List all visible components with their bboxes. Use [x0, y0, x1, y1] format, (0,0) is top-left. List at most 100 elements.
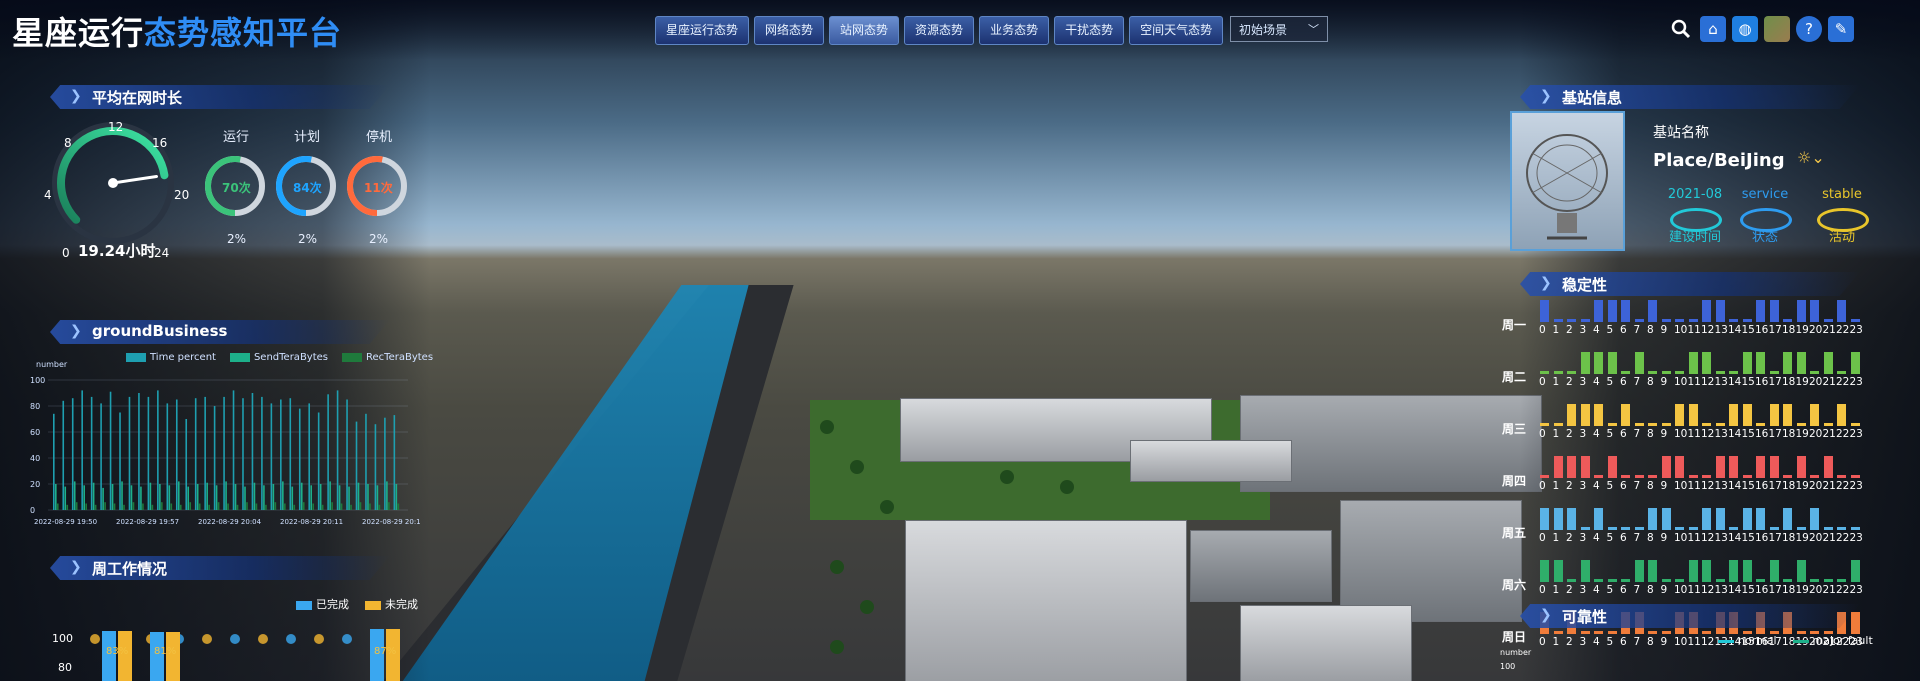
stability-bar — [1540, 423, 1549, 426]
station-activity: stable 活动 — [1797, 187, 1887, 245]
stability-hour-label: 9 — [1660, 636, 1668, 648]
stability-hour-label: 5 — [1606, 324, 1614, 336]
bar-time-percent — [365, 413, 367, 510]
y-axis-label: number — [1500, 648, 1532, 657]
stability-hour-label: 11 — [1687, 428, 1701, 440]
stability-bar — [1837, 300, 1846, 322]
stability-bar — [1783, 352, 1792, 374]
stability-bar — [1850, 352, 1860, 374]
home-icon[interactable]: ⌂ — [1700, 16, 1726, 42]
bar-sendterabytes — [177, 481, 180, 510]
stability-hour-label: 0 — [1539, 480, 1546, 492]
stability-hour-label: 11 — [1687, 584, 1701, 596]
globe-icon[interactable]: ◍ — [1732, 16, 1758, 42]
stability-bar — [1688, 475, 1698, 478]
stability-bar — [1810, 508, 1819, 530]
stability-hour-label: 22 — [1836, 584, 1850, 596]
stability-hour-label: 8 — [1647, 480, 1654, 492]
gauge-tick: 12 — [108, 120, 124, 134]
stability-bar — [1796, 560, 1806, 582]
stability-hour-label: 23 — [1849, 584, 1863, 596]
scene-select-value: 初始场景 — [1239, 23, 1288, 37]
stability-hour-label: 11 — [1687, 480, 1701, 492]
stability-bar — [1702, 352, 1711, 374]
stability-hour-label: 17 — [1768, 324, 1782, 336]
panel-header-weekly: ❯ 周工作情况 — [50, 556, 390, 580]
bar-time-percent — [100, 403, 102, 510]
stability-hour-label: 3 — [1579, 532, 1587, 544]
stability-bar — [1688, 527, 1698, 530]
search-icon[interactable] — [1668, 16, 1694, 42]
bar-cap — [90, 634, 100, 644]
stability-hour-label: 13 — [1714, 584, 1728, 596]
legend-item[interactable]: RecTeraBytes — [342, 352, 433, 363]
bar-recterabytes — [312, 503, 315, 510]
stability-bar — [1796, 423, 1806, 426]
bar-cap — [258, 634, 268, 644]
ground-business-chart: 100 80 60 40 20 0 2022-08-29 19:50 2022-08-29 1… — [30, 376, 420, 526]
stability-hour-label: 2 — [1566, 584, 1573, 596]
nav-tab[interactable]: 业务态势 — [979, 16, 1050, 45]
stability-bar — [1621, 404, 1630, 426]
nav-tab[interactable]: 空间天气态势 — [1129, 16, 1224, 45]
stability-hour-label: 10 — [1674, 636, 1688, 648]
stability-bar — [1621, 371, 1630, 374]
bar-sendterabytes — [282, 481, 284, 510]
stability-hour-label: 9 — [1660, 376, 1668, 388]
legend-item[interactable]: 未完成 — [365, 596, 418, 612]
stability-hour-label: 14 — [1728, 324, 1742, 336]
legend-item[interactable]: major fault — [1792, 634, 1873, 647]
stability-hour-label: 20 — [1809, 376, 1823, 388]
edit-icon[interactable]: ✎ — [1828, 16, 1854, 42]
stability-hour-label: 10 — [1674, 324, 1688, 336]
stability-bar — [1742, 319, 1752, 322]
stability-hour-label: 18 — [1782, 376, 1796, 388]
bar-sendterabytes — [130, 485, 133, 510]
help-icon[interactable]: ? — [1796, 16, 1822, 42]
stability-bar — [1796, 352, 1806, 374]
stability-bar — [1540, 560, 1549, 582]
stability-bar — [1850, 423, 1860, 426]
bar-sendterabytes — [272, 484, 275, 510]
bar-sendterabytes — [329, 481, 331, 510]
legend-item[interactable]: SendTeraBytes — [229, 352, 328, 363]
legend-item[interactable]: Time percent — [126, 352, 216, 363]
stability-bar — [1580, 319, 1590, 322]
nav-tab[interactable]: 星座运行态势 — [655, 16, 750, 45]
stability-hour-label: 11 — [1687, 324, 1701, 336]
legend-item[interactable]: normal — [1718, 634, 1777, 647]
stability-bar — [1810, 371, 1819, 374]
gauge-tick: 20 — [174, 188, 190, 202]
stability-hour-label: 1 — [1552, 584, 1560, 596]
stability-hour-label: 6 — [1620, 428, 1627, 440]
bar-sendterabytes — [291, 486, 294, 510]
nav-tab[interactable]: 干扰态势 — [1054, 16, 1125, 45]
stability-hour-label: 7 — [1633, 376, 1641, 388]
nav-tab[interactable]: 资源态势 — [904, 16, 975, 45]
bar-sendterabytes — [73, 481, 76, 510]
stability-hour-label: 19 — [1795, 428, 1809, 440]
stability-hour-label: 2 — [1566, 636, 1573, 648]
legend-item[interactable]: 已完成 — [296, 596, 349, 612]
panel-title: 可靠性 — [1562, 608, 1608, 626]
stability-bar — [1567, 579, 1576, 582]
stability-bar — [1702, 560, 1711, 582]
nav-tab[interactable]: 网络态势 — [754, 16, 825, 45]
stability-bar — [1580, 404, 1590, 426]
stability-hour-label: 21 — [1822, 428, 1836, 440]
stability-bar — [1823, 352, 1833, 374]
stability-bar — [1553, 456, 1563, 478]
stability-hour-label: 8 — [1647, 324, 1654, 336]
scene-select[interactable]: 初始场景 ﹀ — [1230, 16, 1328, 42]
bar-time-percent — [213, 406, 216, 510]
nav-tab[interactable]: 站网态势 — [829, 16, 900, 45]
map-layer-icon[interactable] — [1764, 16, 1790, 42]
bar-sendterabytes — [244, 486, 246, 510]
ring-label: 停机 — [366, 130, 393, 145]
stability-bar — [1729, 456, 1738, 478]
stability-bar — [1715, 456, 1725, 478]
bar-time-percent — [109, 391, 112, 510]
stability-bar — [1661, 423, 1671, 426]
weather-sun-icon[interactable]: ☼⌄ — [1797, 148, 1825, 167]
bar-sendterabytes — [225, 481, 227, 510]
